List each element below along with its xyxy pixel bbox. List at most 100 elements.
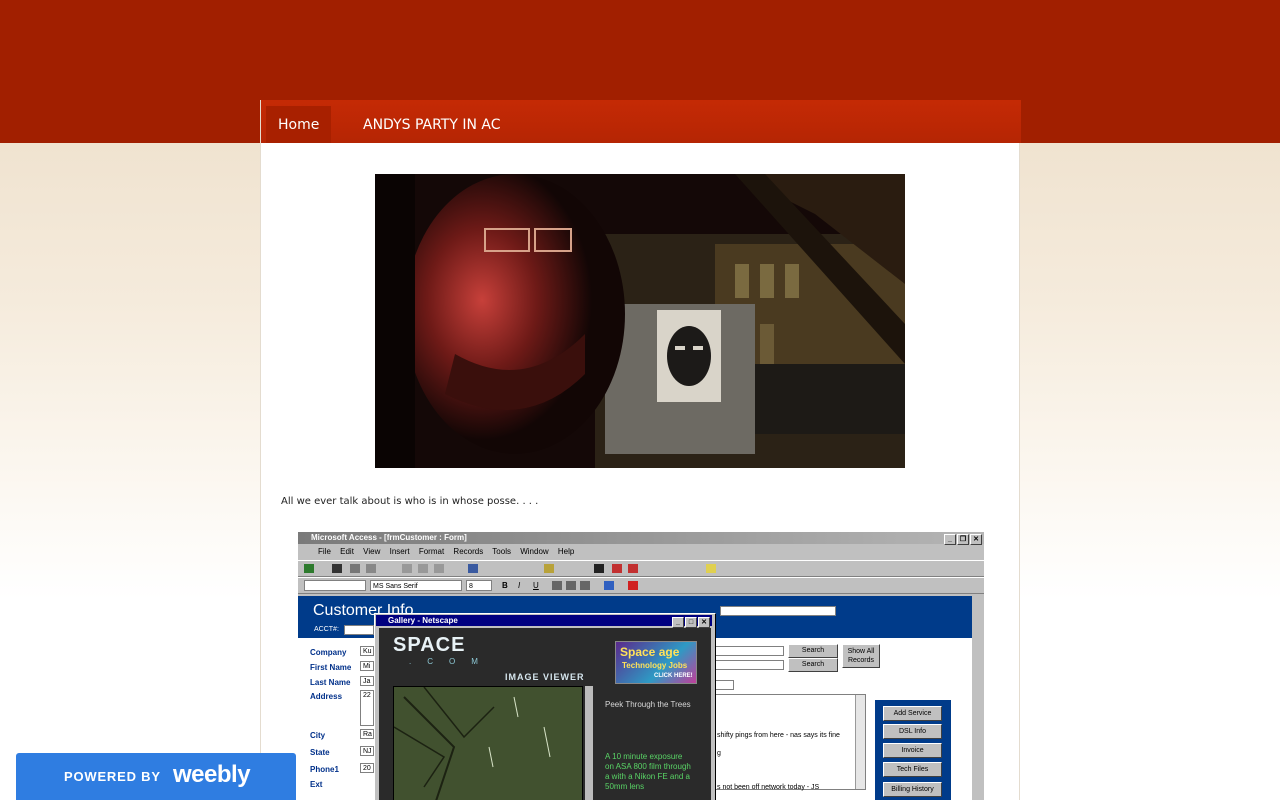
tech-files-button[interactable]: Tech Files (883, 762, 942, 777)
close-icon[interactable]: ✕ (970, 534, 982, 545)
label-first-name: First Name (310, 663, 352, 672)
format-toolbar: MS Sans Serif 8 B I U (298, 577, 984, 594)
access-title-bar: Microsoft Access - [frmCustomer : Form] … (298, 532, 984, 545)
photo-image (375, 174, 905, 468)
underline-icon[interactable]: U (533, 581, 539, 590)
restore-icon[interactable]: ❐ (957, 534, 969, 545)
label-phone1: Phone1 (310, 765, 339, 774)
menu-window[interactable]: Window (520, 547, 548, 556)
italic-icon[interactable]: I (518, 581, 520, 590)
side-button-panel: Add Service DSL Info Invoice Tech Files … (875, 700, 951, 800)
delete-record-icon[interactable] (628, 564, 638, 573)
dsl-info-button[interactable]: DSL Info (883, 724, 942, 739)
billing-history-button[interactable]: Billing History (883, 782, 942, 797)
show-all-records-button[interactable]: Show All Records (842, 644, 880, 668)
preview-icon[interactable] (366, 564, 376, 573)
nav-item-label: ANDYS PARTY IN AC (363, 117, 501, 133)
photo-car-portrait (375, 174, 905, 468)
notes-scrollbar[interactable] (855, 695, 865, 789)
undo-icon[interactable] (468, 564, 478, 573)
field-phone1[interactable]: 20 (360, 763, 374, 773)
note-line-1: shifty pings from here - nas says its fi… (717, 732, 840, 739)
new-record-icon[interactable] (612, 564, 622, 573)
bold-icon[interactable]: B (502, 581, 508, 590)
print-icon[interactable] (350, 564, 360, 573)
nav-item-label: Home (278, 117, 320, 133)
search-field-1[interactable] (714, 646, 784, 656)
font-name-select[interactable]: MS Sans Serif (370, 580, 462, 591)
label-last-name: Last Name (310, 678, 351, 687)
menu-view[interactable]: View (363, 547, 380, 556)
menu-format[interactable]: Format (419, 547, 444, 556)
field-address[interactable]: 22 (360, 690, 374, 726)
tree-photo-image (394, 687, 582, 800)
space-logo-sub: .COM (409, 657, 494, 666)
label-city: City (310, 731, 326, 740)
minimize-icon[interactable]: _ (672, 617, 684, 628)
field-first-name[interactable]: Mi (360, 661, 374, 671)
ad-headline: Space age (620, 645, 680, 659)
help-icon[interactable] (706, 564, 716, 573)
menu-records[interactable]: Records (453, 547, 483, 556)
fill-color-icon[interactable] (604, 581, 614, 590)
paste-icon[interactable] (434, 564, 444, 573)
photo-title: Peek Through the Trees (605, 700, 691, 709)
maximize-icon[interactable]: □ (685, 617, 697, 628)
close-icon[interactable]: ✕ (698, 617, 710, 628)
nav-item-home[interactable]: Home (266, 106, 332, 143)
copy-icon[interactable] (418, 564, 428, 573)
align-center-icon[interactable] (566, 581, 576, 590)
font-size-select[interactable]: 8 (466, 580, 492, 591)
align-right-icon[interactable] (580, 581, 590, 590)
field-state[interactable]: NJ (360, 746, 374, 756)
view-icon[interactable] (304, 564, 314, 573)
find-icon[interactable] (594, 564, 604, 573)
netscape-gallery-window: Gallery - Netscape _ □ ✕ SPACE .COM IMAGE … (374, 613, 716, 800)
object-select[interactable] (304, 580, 366, 591)
label-ext: Ext (310, 780, 323, 789)
menu-insert[interactable]: Insert (390, 547, 410, 556)
jobs-ad-banner[interactable]: Space age Technology Jobs CLICK HERE! (615, 641, 697, 684)
save-icon[interactable] (332, 564, 342, 573)
gallery-scrollbar[interactable] (585, 686, 593, 800)
note-line-3: s not been off network today - JS (717, 784, 820, 791)
minimize-icon[interactable]: _ (944, 534, 956, 545)
post-caption: All we ever talk about is who is in whos… (281, 496, 539, 507)
search-button-1[interactable]: Search (788, 644, 838, 658)
cut-icon[interactable] (402, 564, 412, 573)
field-city[interactable]: Ra (360, 729, 374, 739)
align-left-icon[interactable] (552, 581, 562, 590)
search-field-2[interactable] (714, 660, 784, 670)
netscape-window-controls: _ □ ✕ (671, 616, 710, 628)
access-title-text: Microsoft Access - [frmCustomer : Form] (311, 533, 467, 542)
filter-icon[interactable] (544, 564, 554, 573)
ad-cta: CLICK HERE! (654, 673, 693, 679)
label-state: State (310, 748, 330, 757)
search-button-2[interactable]: Search (788, 658, 838, 672)
field-last-name[interactable]: Ja (360, 676, 374, 686)
page-content: Home ANDYS PARTY IN AC All we ever talk … (260, 100, 1021, 800)
photo-description: A 10 minute exposure on ASA 800 film thr… (605, 752, 691, 791)
invoice-button[interactable]: Invoice (883, 743, 942, 758)
small-field[interactable] (714, 680, 734, 690)
menu-tools[interactable]: Tools (492, 547, 511, 556)
powered-by-label: POWERED BY (64, 769, 161, 784)
gallery-body: SPACE .COM IMAGE VIEWER Space age Techno… (379, 628, 711, 800)
access-toolbar (298, 560, 984, 577)
menu-file[interactable]: File (318, 547, 331, 556)
space-logo: SPACE (393, 634, 466, 656)
label-company: Company (310, 648, 347, 657)
powered-by-weebly-badge[interactable]: POWERED BY weebly (16, 753, 296, 800)
acct-field[interactable] (344, 625, 374, 635)
menu-edit[interactable]: Edit (340, 547, 354, 556)
header-search-field[interactable] (720, 606, 836, 616)
window-controls: _ ❐ ✕ (943, 533, 982, 545)
font-color-icon[interactable] (628, 581, 638, 590)
notes-box[interactable]: shifty pings from here - nas says its fi… (714, 694, 866, 791)
embedded-screenshot: Microsoft Access - [frmCustomer : Form] … (298, 532, 984, 800)
menu-help[interactable]: Help (558, 547, 574, 556)
weebly-logo: weebly (173, 761, 251, 788)
nav-item-andys-party[interactable]: ANDYS PARTY IN AC (363, 106, 501, 143)
add-service-button[interactable]: Add Service (883, 706, 942, 721)
field-company[interactable]: Ku (360, 646, 374, 656)
